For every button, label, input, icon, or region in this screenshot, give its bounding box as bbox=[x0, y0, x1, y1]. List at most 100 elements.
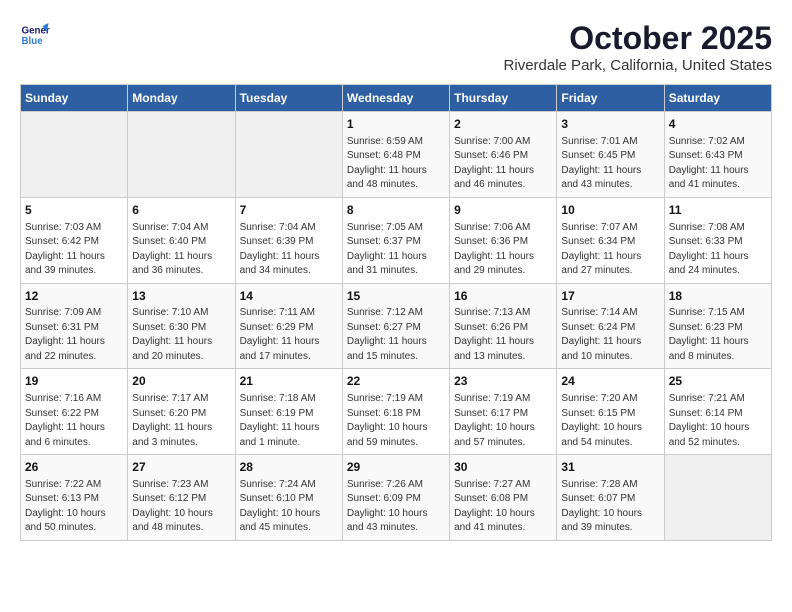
header: General Blue October 2025 Riverdale Park… bbox=[20, 20, 772, 74]
weekday-header-sunday: Sunday bbox=[21, 85, 128, 112]
calendar-cell: 6Sunrise: 7:04 AM Sunset: 6:40 PM Daylig… bbox=[128, 197, 235, 283]
calendar-cell: 20 Sunrise: 7:17 AM Sunset: 6:20 PM Dayli… bbox=[128, 369, 235, 455]
day-number: 26 bbox=[25, 459, 123, 476]
calendar-cell: 14Sunrise: 7:11 AM Sunset: 6:29 PM Dayli… bbox=[235, 283, 342, 369]
day-info: Sunrise: 7:24 AM Sunset: 6:10 PM Dayligh… bbox=[240, 478, 338, 536]
calendar-week-row: 26 Sunrise: 7:22 AM Sunset: 6:13 PM Dayli… bbox=[21, 455, 772, 541]
calendar-cell: 23Sunrise: 7:19 AM Sunset: 6:17 PM Dayli… bbox=[450, 369, 557, 455]
calendar-cell: 16Sunrise: 7:13 AM Sunset: 6:26 PM Dayli… bbox=[450, 283, 557, 369]
day-number: 13 bbox=[132, 288, 230, 305]
day-number: 4 bbox=[669, 116, 767, 133]
calendar-cell: 29 Sunrise: 7:26 AM Sunset: 6:09 PM Dayli… bbox=[342, 455, 449, 541]
weekday-header-row: SundayMondayTuesdayWednesdayThursdayFrid… bbox=[21, 85, 772, 112]
day-number: 11 bbox=[669, 202, 767, 219]
weekday-header-tuesday: Tuesday bbox=[235, 85, 342, 112]
calendar-cell: 11 Sunrise: 7:08 AM Sunset: 6:33 PM Dayli… bbox=[664, 197, 771, 283]
day-info: Sunrise: 7:06 AM Sunset: 6:36 PM Dayligh… bbox=[454, 221, 552, 279]
day-number: 28 bbox=[240, 459, 338, 476]
calendar-cell: 2Sunrise: 7:00 AM Sunset: 6:46 PM Daylig… bbox=[450, 112, 557, 198]
day-info: Sunrise: 7:22 AM Sunset: 6:13 PM Dayligh… bbox=[25, 478, 123, 536]
day-number: 21 bbox=[240, 373, 338, 390]
title-area: October 2025 Riverdale Park, California,… bbox=[504, 20, 772, 74]
day-number: 30 bbox=[454, 459, 552, 476]
weekday-header-monday: Monday bbox=[128, 85, 235, 112]
day-info: Sunrise: 7:14 AM Sunset: 6:24 PM Dayligh… bbox=[561, 306, 659, 364]
calendar-cell: 3Sunrise: 7:01 AM Sunset: 6:45 PM Daylig… bbox=[557, 112, 664, 198]
weekday-header-thursday: Thursday bbox=[450, 85, 557, 112]
day-number: 27 bbox=[132, 459, 230, 476]
day-number: 1 bbox=[347, 116, 445, 133]
day-number: 9 bbox=[454, 202, 552, 219]
day-number: 5 bbox=[25, 202, 123, 219]
day-info: Sunrise: 7:11 AM Sunset: 6:29 PM Dayligh… bbox=[240, 306, 338, 364]
day-number: 15 bbox=[347, 288, 445, 305]
calendar-cell: 1Sunrise: 6:59 AM Sunset: 6:48 PM Daylig… bbox=[342, 112, 449, 198]
calendar-cell: 26 Sunrise: 7:22 AM Sunset: 6:13 PM Dayli… bbox=[21, 455, 128, 541]
day-info: Sunrise: 7:19 AM Sunset: 6:17 PM Dayligh… bbox=[454, 392, 552, 450]
day-info: Sunrise: 7:12 AM Sunset: 6:27 PM Dayligh… bbox=[347, 306, 445, 364]
day-info: Sunrise: 7:04 AM Sunset: 6:40 PM Dayligh… bbox=[132, 221, 230, 279]
day-info: Sunrise: 7:20 AM Sunset: 6:15 PM Dayligh… bbox=[561, 392, 659, 450]
day-info: Sunrise: 7:03 AM Sunset: 6:42 PM Dayligh… bbox=[25, 221, 123, 279]
calendar-cell bbox=[21, 112, 128, 198]
day-info: Sunrise: 7:13 AM Sunset: 6:26 PM Dayligh… bbox=[454, 306, 552, 364]
day-info: Sunrise: 7:18 AM Sunset: 6:19 PM Dayligh… bbox=[240, 392, 338, 450]
day-number: 14 bbox=[240, 288, 338, 305]
day-info: Sunrise: 7:26 AM Sunset: 6:09 PM Dayligh… bbox=[347, 478, 445, 536]
calendar-week-row: 19 Sunrise: 7:16 AM Sunset: 6:22 PM Dayli… bbox=[21, 369, 772, 455]
day-number: 19 bbox=[25, 373, 123, 390]
calendar-table: SundayMondayTuesdayWednesdayThursdayFrid… bbox=[20, 84, 772, 541]
day-number: 24 bbox=[561, 373, 659, 390]
day-info: Sunrise: 7:08 AM Sunset: 6:33 PM Dayligh… bbox=[669, 221, 767, 279]
calendar-cell: 25 Sunrise: 7:21 AM Sunset: 6:14 PM Dayli… bbox=[664, 369, 771, 455]
logo: General Blue bbox=[20, 20, 50, 50]
day-info: Sunrise: 7:04 AM Sunset: 6:39 PM Dayligh… bbox=[240, 221, 338, 279]
day-info: Sunrise: 7:16 AM Sunset: 6:22 PM Dayligh… bbox=[25, 392, 123, 450]
day-number: 31 bbox=[561, 459, 659, 476]
day-number: 2 bbox=[454, 116, 552, 133]
day-info: Sunrise: 7:23 AM Sunset: 6:12 PM Dayligh… bbox=[132, 478, 230, 536]
calendar-cell bbox=[128, 112, 235, 198]
day-number: 10 bbox=[561, 202, 659, 219]
day-info: Sunrise: 7:10 AM Sunset: 6:30 PM Dayligh… bbox=[132, 306, 230, 364]
day-info: Sunrise: 7:15 AM Sunset: 6:23 PM Dayligh… bbox=[669, 306, 767, 364]
weekday-header-friday: Friday bbox=[557, 85, 664, 112]
logo-icon: General Blue bbox=[20, 20, 50, 50]
calendar-cell: 22 Sunrise: 7:19 AM Sunset: 6:18 PM Dayli… bbox=[342, 369, 449, 455]
calendar-cell: 9 Sunrise: 7:06 AM Sunset: 6:36 PM Daylig… bbox=[450, 197, 557, 283]
calendar-cell: 27 Sunrise: 7:23 AM Sunset: 6:12 PM Dayli… bbox=[128, 455, 235, 541]
weekday-header-wednesday: Wednesday bbox=[342, 85, 449, 112]
day-number: 22 bbox=[347, 373, 445, 390]
calendar-cell: 5 Sunrise: 7:03 AM Sunset: 6:42 PM Daylig… bbox=[21, 197, 128, 283]
day-info: Sunrise: 7:09 AM Sunset: 6:31 PM Dayligh… bbox=[25, 306, 123, 364]
day-number: 17 bbox=[561, 288, 659, 305]
day-number: 12 bbox=[25, 288, 123, 305]
day-number: 7 bbox=[240, 202, 338, 219]
day-number: 25 bbox=[669, 373, 767, 390]
calendar-cell bbox=[664, 455, 771, 541]
day-info: Sunrise: 7:01 AM Sunset: 6:45 PM Dayligh… bbox=[561, 135, 659, 193]
day-number: 29 bbox=[347, 459, 445, 476]
calendar-cell: 18Sunrise: 7:15 AM Sunset: 6:23 PM Dayli… bbox=[664, 283, 771, 369]
day-info: Sunrise: 7:19 AM Sunset: 6:18 PM Dayligh… bbox=[347, 392, 445, 450]
day-info: Sunrise: 7:28 AM Sunset: 6:07 PM Dayligh… bbox=[561, 478, 659, 536]
svg-text:Blue: Blue bbox=[22, 36, 44, 47]
day-number: 18 bbox=[669, 288, 767, 305]
day-number: 8 bbox=[347, 202, 445, 219]
day-info: Sunrise: 7:02 AM Sunset: 6:43 PM Dayligh… bbox=[669, 135, 767, 193]
day-number: 20 bbox=[132, 373, 230, 390]
day-info: Sunrise: 7:21 AM Sunset: 6:14 PM Dayligh… bbox=[669, 392, 767, 450]
calendar-cell bbox=[235, 112, 342, 198]
location-title: Riverdale Park, California, United State… bbox=[504, 57, 772, 74]
month-title: October 2025 bbox=[504, 20, 772, 57]
day-info: Sunrise: 7:17 AM Sunset: 6:20 PM Dayligh… bbox=[132, 392, 230, 450]
day-info: Sunrise: 7:27 AM Sunset: 6:08 PM Dayligh… bbox=[454, 478, 552, 536]
weekday-header-saturday: Saturday bbox=[664, 85, 771, 112]
calendar-cell: 24 Sunrise: 7:20 AM Sunset: 6:15 PM Dayli… bbox=[557, 369, 664, 455]
calendar-cell: 7 Sunrise: 7:04 AM Sunset: 6:39 PM Daylig… bbox=[235, 197, 342, 283]
day-info: Sunrise: 7:07 AM Sunset: 6:34 PM Dayligh… bbox=[561, 221, 659, 279]
calendar-week-row: 1Sunrise: 6:59 AM Sunset: 6:48 PM Daylig… bbox=[21, 112, 772, 198]
calendar-cell: 13Sunrise: 7:10 AM Sunset: 6:30 PM Dayli… bbox=[128, 283, 235, 369]
calendar-cell: 17Sunrise: 7:14 AM Sunset: 6:24 PM Dayli… bbox=[557, 283, 664, 369]
calendar-cell: 4 Sunrise: 7:02 AM Sunset: 6:43 PM Daylig… bbox=[664, 112, 771, 198]
